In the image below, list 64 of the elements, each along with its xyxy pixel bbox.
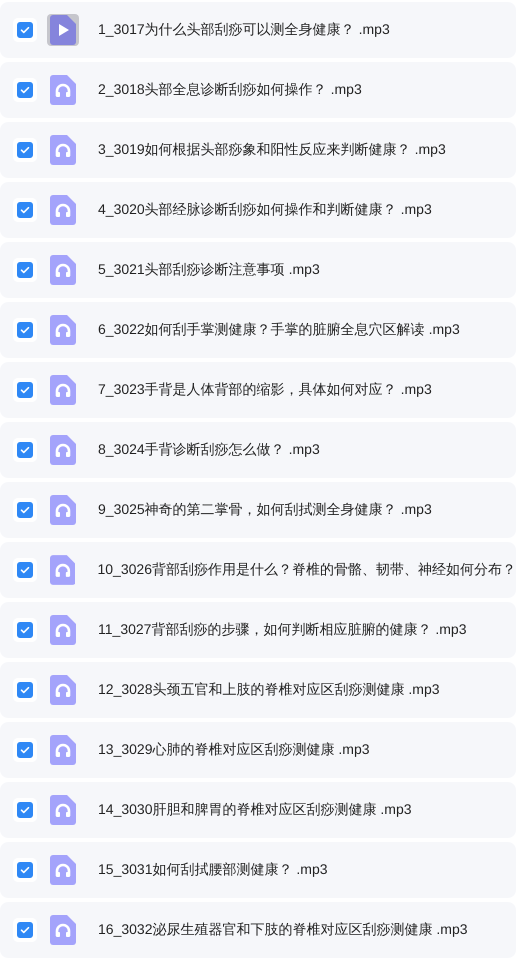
file-row[interactable]: 10_3026背部刮痧作用是什么？脊椎的骨骼、韧带、神经如何分布？ (0, 542, 516, 598)
audio-file-icon (50, 435, 76, 465)
file-row[interactable]: 7_3023手背是人体背部的缩影，具体如何对应？ .mp3 (0, 362, 516, 418)
checkbox[interactable] (17, 682, 33, 698)
file-row[interactable]: 1_3017为什么头部刮痧可以测全身健康？ .mp3 (0, 2, 516, 58)
checkbox[interactable] (17, 82, 33, 98)
file-name: 13_3029心肺的脊椎对应区刮痧测健康 .mp3 (98, 741, 370, 759)
file-row[interactable]: 5_3021头部刮痧诊断注意事项 .mp3 (0, 242, 516, 298)
checkbox[interactable] (17, 382, 33, 398)
file-name: 3_3019如何根据头部痧象和阳性反应来判断健康？ .mp3 (98, 141, 446, 159)
audio-file-icon (50, 855, 76, 885)
checkbox[interactable] (17, 802, 33, 818)
file-name: 10_3026背部刮痧作用是什么？脊椎的骨骼、韧带、神经如何分布？ (97, 561, 516, 579)
file-name: 5_3021头部刮痧诊断注意事项 .mp3 (98, 261, 320, 279)
file-row[interactable]: 9_3025神奇的第二掌骨，如何刮拭测全身健康？ .mp3 (0, 482, 516, 538)
checkbox[interactable] (17, 442, 33, 458)
file-name: 15_3031如何刮拭腰部测健康？ .mp3 (98, 861, 328, 879)
file-row[interactable]: 13_3029心肺的脊椎对应区刮痧测健康 .mp3 (0, 722, 516, 778)
checkbox[interactable] (17, 262, 33, 278)
file-row[interactable]: 8_3024手背诊断刮痧怎么做？ .mp3 (0, 422, 516, 478)
file-name: 8_3024手背诊断刮痧怎么做？ .mp3 (98, 441, 320, 459)
audio-file-icon (50, 75, 76, 105)
audio-file-icon (50, 555, 76, 585)
file-row[interactable]: 16_3032泌尿生殖器官和下肢的脊椎对应区刮痧测健康 .mp3 (0, 902, 516, 958)
file-name: 16_3032泌尿生殖器官和下肢的脊椎对应区刮痧测健康 .mp3 (98, 921, 468, 939)
audio-file-icon (50, 255, 76, 285)
file-row[interactable]: 15_3031如何刮拭腰部测健康？ .mp3 (0, 842, 516, 898)
audio-file-icon (50, 495, 76, 525)
checkbox[interactable] (17, 142, 33, 158)
checkbox[interactable] (17, 862, 33, 878)
checkbox[interactable] (17, 502, 33, 518)
checkbox[interactable] (16, 562, 33, 578)
audio-file-icon (50, 195, 76, 225)
checkbox[interactable] (17, 742, 33, 758)
audio-file-icon (50, 315, 76, 345)
checkbox[interactable] (17, 622, 33, 638)
file-name: 6_3022如何刮手掌测健康？手掌的脏腑全息穴区解读 .mp3 (98, 321, 460, 339)
file-row[interactable]: 6_3022如何刮手掌测健康？手掌的脏腑全息穴区解读 .mp3 (0, 302, 516, 358)
file-name: 4_3020头部经脉诊断刮痧如何操作和判断健康？ .mp3 (98, 201, 432, 219)
file-row[interactable]: 11_3027背部刮痧的步骤，如何判断相应脏腑的健康？ .mp3 (0, 602, 516, 658)
audio-file-icon (50, 135, 76, 165)
play-file-icon (47, 14, 79, 46)
audio-file-icon (50, 675, 76, 705)
file-name: 11_3027背部刮痧的步骤，如何判断相应脏腑的健康？ .mp3 (98, 621, 466, 639)
file-row[interactable]: 4_3020头部经脉诊断刮痧如何操作和判断健康？ .mp3 (0, 182, 516, 238)
file-row[interactable]: 3_3019如何根据头部痧象和阳性反应来判断健康？ .mp3 (0, 122, 516, 178)
file-name: 7_3023手背是人体背部的缩影，具体如何对应？ .mp3 (98, 381, 432, 399)
checkbox[interactable] (17, 22, 33, 38)
checkbox[interactable] (17, 202, 33, 218)
file-name: 2_3018头部全息诊断刮痧如何操作？ .mp3 (98, 81, 362, 99)
checkbox[interactable] (17, 922, 33, 938)
audio-file-icon (50, 375, 76, 405)
audio-file-icon (50, 795, 76, 825)
audio-file-icon (50, 735, 76, 765)
file-row[interactable]: 12_3028头颈五官和上肢的脊椎对应区刮痧测健康 .mp3 (0, 662, 516, 718)
audio-file-icon (50, 615, 76, 645)
audio-file-icon (50, 915, 76, 945)
checkbox[interactable] (17, 322, 33, 338)
file-row[interactable]: 2_3018头部全息诊断刮痧如何操作？ .mp3 (0, 62, 516, 118)
file-name: 9_3025神奇的第二掌骨，如何刮拭测全身健康？ .mp3 (98, 501, 432, 519)
file-name: 1_3017为什么头部刮痧可以测全身健康？ .mp3 (98, 21, 390, 39)
file-name: 14_3030肝胆和脾胃的脊椎对应区刮痧测健康 .mp3 (98, 801, 412, 819)
file-name: 12_3028头颈五官和上肢的脊椎对应区刮痧测健康 .mp3 (98, 681, 440, 699)
file-row[interactable]: 14_3030肝胆和脾胃的脊椎对应区刮痧测健康 .mp3 (0, 782, 516, 838)
